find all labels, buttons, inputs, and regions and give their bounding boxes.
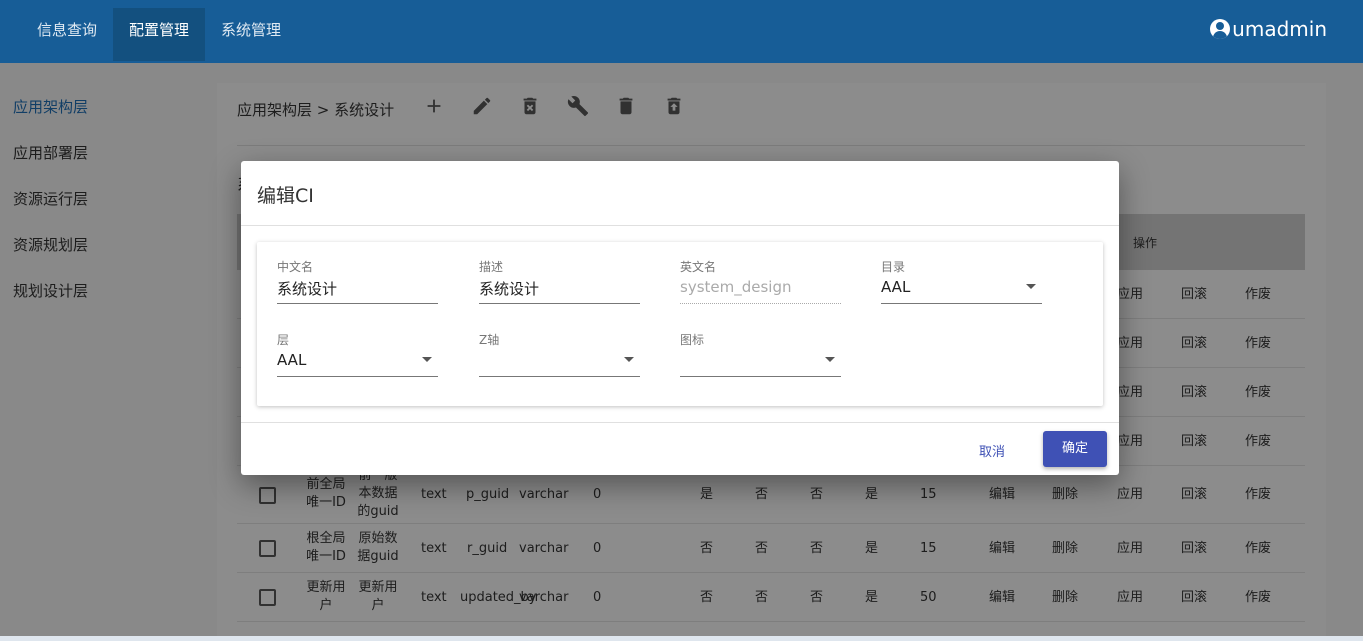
cancel-button[interactable]: 取消 bbox=[979, 441, 1005, 460]
layer-select[interactable]: 层 AAL bbox=[277, 331, 438, 377]
en-name-field: 英文名 system_design bbox=[680, 258, 841, 304]
en-name-label: 英文名 bbox=[680, 260, 717, 274]
desc-label: 描述 bbox=[479, 260, 504, 274]
cn-name-value: 系统设计 bbox=[277, 280, 338, 298]
taskbar bbox=[0, 636, 1363, 641]
nav-system-management[interactable]: 系统管理 bbox=[205, 8, 297, 61]
top-navbar: 信息查询 配置管理 系统管理 umadmin bbox=[0, 0, 1363, 63]
cn-name-label: 中文名 bbox=[277, 260, 314, 274]
account-circle-icon bbox=[1210, 19, 1231, 39]
layer-value: AAL bbox=[277, 351, 307, 369]
nav-config-management[interactable]: 配置管理 bbox=[113, 8, 206, 61]
chevron-down-icon bbox=[1026, 284, 1036, 289]
z-axis-select[interactable]: Z轴 bbox=[479, 331, 640, 377]
dialog-divider bbox=[241, 225, 1119, 226]
user-name: umadmin bbox=[1232, 17, 1327, 41]
catalog-select[interactable]: 目录 AAL bbox=[881, 258, 1042, 304]
user-menu[interactable]: umadmin bbox=[1210, 17, 1327, 41]
form-card: 中文名 系统设计 描述 系统设计 英文名 system_design 目录 AA… bbox=[257, 242, 1103, 406]
edit-ci-dialog: 编辑CI 中文名 系统设计 描述 系统设计 英文名 system_design … bbox=[241, 161, 1119, 475]
catalog-value: AAL bbox=[881, 278, 911, 296]
desc-field[interactable]: 描述 系统设计 bbox=[479, 258, 640, 304]
icon-label: 图标 bbox=[680, 333, 705, 347]
main-nav: 信息查询 配置管理 系统管理 bbox=[0, 0, 297, 63]
confirm-button[interactable]: 确定 bbox=[1043, 431, 1107, 467]
nav-info-query[interactable]: 信息查询 bbox=[21, 8, 113, 61]
chevron-down-icon bbox=[624, 357, 634, 362]
dialog-footer-divider bbox=[241, 422, 1119, 423]
layer-label: 层 bbox=[277, 333, 290, 347]
desc-value: 系统设计 bbox=[479, 280, 540, 298]
chevron-down-icon bbox=[825, 357, 835, 362]
chevron-down-icon bbox=[422, 357, 432, 362]
icon-select[interactable]: 图标 bbox=[680, 331, 841, 377]
cn-name-field[interactable]: 中文名 系统设计 bbox=[277, 258, 438, 304]
dialog-title: 编辑CI bbox=[257, 185, 314, 207]
en-name-value: system_design bbox=[680, 278, 792, 296]
z-axis-label: Z轴 bbox=[479, 333, 500, 347]
catalog-label: 目录 bbox=[881, 260, 906, 274]
